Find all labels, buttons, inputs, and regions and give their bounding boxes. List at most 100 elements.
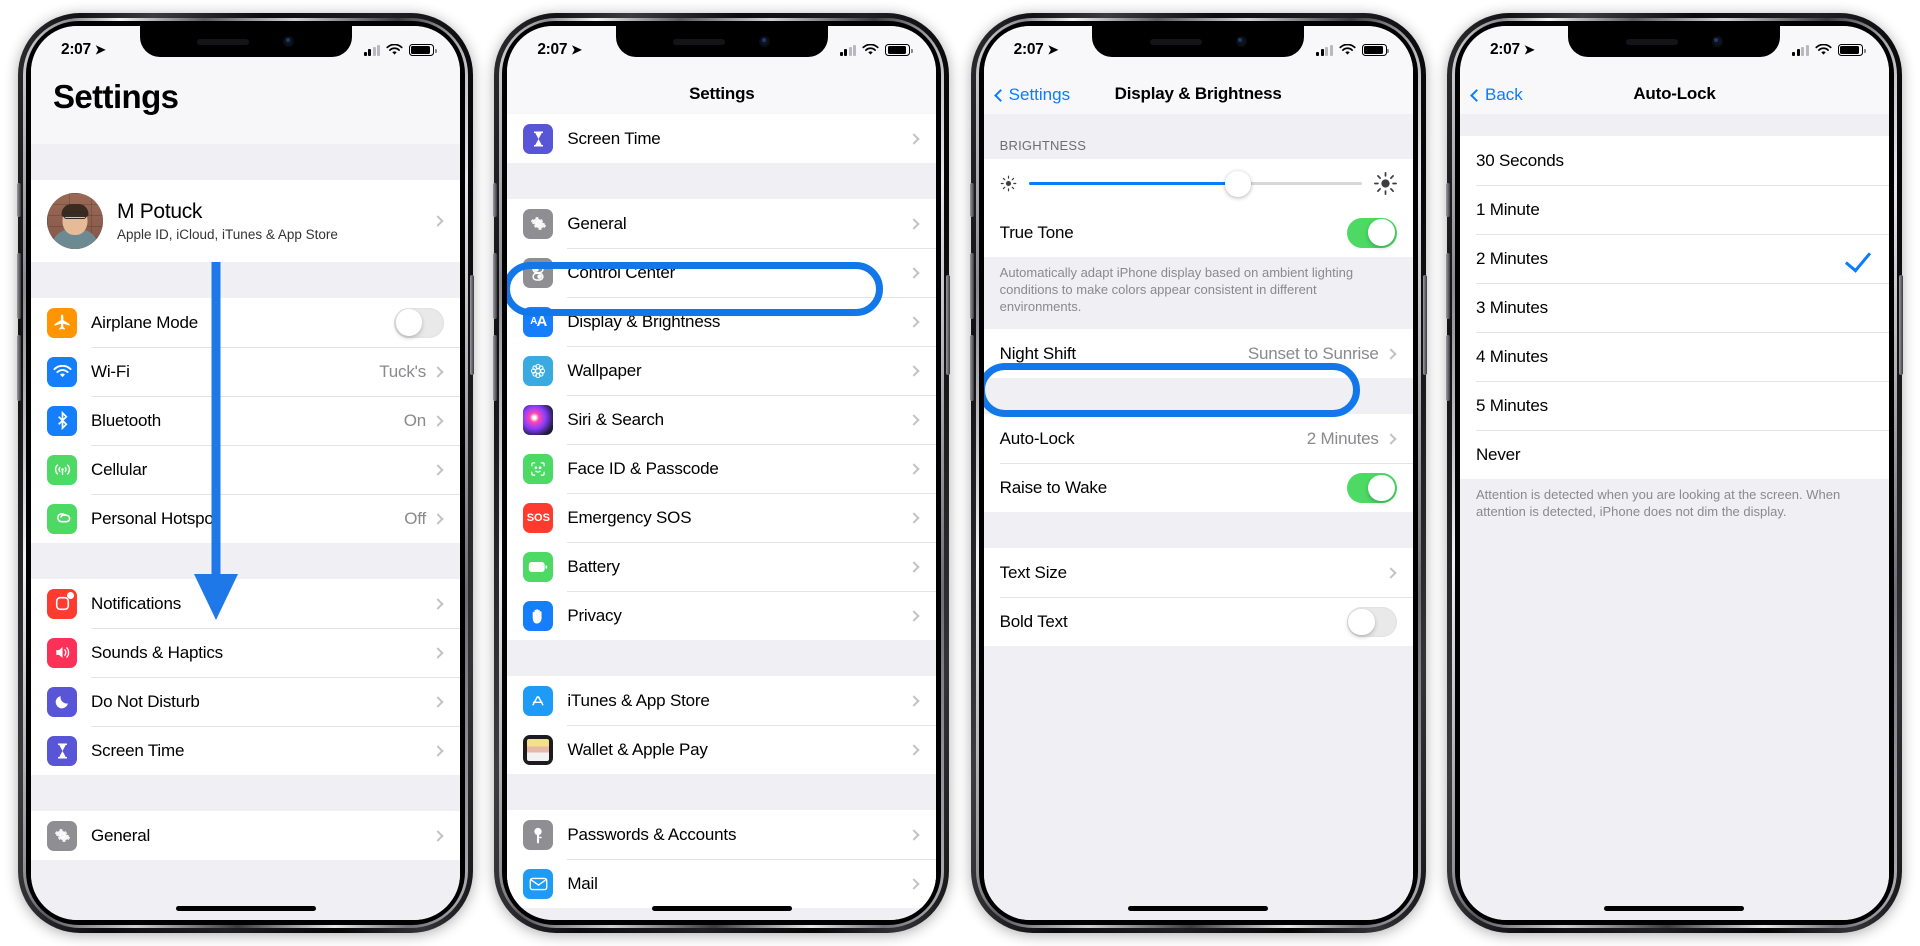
auto-lock-option-2-minutes[interactable]: 2 Minutes bbox=[1459, 234, 1889, 283]
chevron-right-icon bbox=[908, 609, 920, 622]
true-tone-row[interactable]: True Tone bbox=[983, 208, 1413, 257]
auto-lock-option-never[interactable]: Never bbox=[1459, 430, 1889, 479]
side-button[interactable] bbox=[1422, 275, 1427, 375]
section-gap bbox=[983, 512, 1413, 549]
wifi-icon bbox=[386, 44, 403, 55]
auto-lock-row[interactable]: Auto-Lock 2 Minutes bbox=[983, 414, 1413, 464]
settings-row-screen-time[interactable]: Screen Time bbox=[31, 726, 460, 775]
brightness-slider[interactable] bbox=[1028, 170, 1362, 197]
volume-down-button[interactable] bbox=[969, 335, 974, 401]
settings-row-itunes-app-store[interactable]: iTunes & App Store bbox=[507, 676, 937, 725]
page-title: Auto-Lock bbox=[1633, 84, 1716, 103]
row-label: Emergency SOS bbox=[567, 507, 692, 527]
volume-up-button[interactable] bbox=[17, 253, 21, 319]
volume-down-button[interactable] bbox=[1445, 335, 1450, 401]
battery-icon bbox=[885, 44, 913, 56]
back-to-settings-button[interactable]: Settings bbox=[993, 85, 1070, 105]
settings-row-siri-search[interactable]: Siri & Search bbox=[507, 395, 937, 444]
auto-lock-option-3-minutes[interactable]: 3 Minutes bbox=[1459, 283, 1889, 332]
mute-switch[interactable] bbox=[17, 183, 21, 217]
account-group: M Potuck Apple ID, iCloud, iTunes & App … bbox=[31, 180, 460, 262]
settings-row-general[interactable]: General bbox=[31, 811, 460, 860]
true-tone-toggle[interactable] bbox=[1346, 217, 1397, 248]
settings-row-mail[interactable]: Mail bbox=[507, 859, 937, 908]
auto-lock-group: Auto-Lock 2 Minutes Raise to Wake bbox=[983, 414, 1413, 513]
raise-to-wake-row[interactable]: Raise to Wake bbox=[983, 463, 1413, 513]
home-indicator[interactable] bbox=[1604, 906, 1745, 911]
option-label: 5 Minutes bbox=[1475, 395, 1548, 415]
notifications-icon bbox=[47, 588, 77, 619]
page-title: Settings bbox=[53, 78, 179, 115]
passwords-key-icon bbox=[523, 819, 554, 850]
settings-row-wallpaper[interactable]: Wallpaper bbox=[507, 346, 937, 395]
settings-row-battery[interactable]: Battery bbox=[507, 542, 937, 591]
brightness-group: True Tone bbox=[983, 159, 1413, 257]
apple-id-row[interactable]: M Potuck Apple ID, iCloud, iTunes & App … bbox=[31, 180, 460, 262]
home-indicator[interactable] bbox=[1128, 906, 1269, 911]
volume-up-button[interactable] bbox=[493, 253, 498, 319]
home-indicator[interactable] bbox=[175, 906, 316, 911]
location-arrow-icon: ➤ bbox=[94, 42, 106, 57]
settings-row-control-center[interactable]: Control Center bbox=[507, 248, 937, 297]
settings-row-wallet-apple-pay[interactable]: Wallet & Apple Pay bbox=[507, 725, 937, 774]
home-indicator[interactable] bbox=[651, 906, 792, 911]
settings-row-screen-time[interactable]: Screen Time bbox=[507, 114, 937, 163]
auto-lock-option-4-minutes[interactable]: 4 Minutes bbox=[1459, 332, 1889, 381]
night-shift-group: Night Shift Sunset to Sunrise bbox=[983, 329, 1413, 379]
volume-down-button[interactable] bbox=[493, 335, 498, 401]
row-label: iTunes & App Store bbox=[567, 690, 710, 710]
wifi-icon bbox=[862, 44, 879, 55]
mute-switch[interactable] bbox=[969, 183, 974, 217]
chevron-right-icon bbox=[908, 266, 920, 279]
settings-row-general[interactable]: General bbox=[507, 199, 937, 248]
settings-list-scrolled[interactable]: Screen Time General Control Center A A D… bbox=[507, 114, 937, 920]
mute-switch[interactable] bbox=[493, 183, 498, 217]
app-store-icon bbox=[523, 685, 554, 716]
earpiece-speaker bbox=[1625, 38, 1678, 45]
auto-lock-options-list[interactable]: 30 Seconds 1 Minute 2 Minutes 3 Minutes … bbox=[1459, 114, 1889, 920]
auto-lock-option-1-minute[interactable]: 1 Minute bbox=[1459, 185, 1889, 234]
volume-down-button[interactable] bbox=[17, 335, 21, 401]
row-value: On bbox=[403, 410, 426, 430]
face-id-icon bbox=[523, 453, 554, 484]
airplane-mode-toggle[interactable] bbox=[394, 307, 444, 338]
chevron-right-icon bbox=[432, 512, 444, 525]
bold-text-toggle[interactable] bbox=[1346, 606, 1397, 637]
four-iphone-screenshot-sequence: 2:07 ➤ Settings M Potuck Apple ID, iClou… bbox=[0, 0, 1920, 946]
night-shift-row[interactable]: Night Shift Sunset to Sunrise bbox=[983, 329, 1413, 379]
settings-row-privacy[interactable]: Privacy bbox=[507, 591, 937, 640]
row-label: Text Size bbox=[999, 562, 1067, 582]
front-camera bbox=[759, 36, 771, 47]
settings-row-face-id-passcode[interactable]: Face ID & Passcode bbox=[507, 444, 937, 493]
auto-lock-option-5-minutes[interactable]: 5 Minutes bbox=[1459, 381, 1889, 430]
row-label: Notifications bbox=[91, 593, 181, 613]
brightness-slider-knob[interactable] bbox=[1225, 170, 1252, 197]
side-button[interactable] bbox=[946, 275, 951, 375]
settings-row-passwords-accounts[interactable]: Passwords & Accounts bbox=[507, 810, 937, 859]
row-label: Bold Text bbox=[999, 611, 1068, 631]
brightness-slider-row[interactable] bbox=[983, 159, 1413, 208]
notch bbox=[1092, 26, 1305, 57]
back-button[interactable]: Back bbox=[1470, 85, 1523, 105]
chevron-right-icon bbox=[908, 364, 920, 377]
bold-text-row[interactable]: Bold Text bbox=[983, 597, 1413, 647]
side-button[interactable] bbox=[470, 275, 474, 375]
side-button[interactable] bbox=[1898, 275, 1903, 375]
raise-to-wake-toggle[interactable] bbox=[1346, 472, 1397, 503]
display-brightness-list[interactable]: BRIGHTNESS True Tone Automatically adapt… bbox=[983, 114, 1413, 920]
row-label: General bbox=[91, 825, 151, 845]
text-group: Text Size Bold Text bbox=[983, 548, 1413, 647]
settings-row-do-not-disturb[interactable]: Do Not Disturb bbox=[31, 677, 460, 726]
mute-switch[interactable] bbox=[1445, 183, 1450, 217]
chevron-right-icon bbox=[908, 560, 920, 573]
volume-up-button[interactable] bbox=[969, 253, 974, 319]
row-label: Bluetooth bbox=[91, 410, 162, 430]
battery-icon bbox=[523, 551, 554, 582]
gear-icon bbox=[47, 820, 77, 851]
volume-up-button[interactable] bbox=[1445, 253, 1450, 319]
settings-row-emergency-sos[interactable]: SOS Emergency SOS bbox=[507, 493, 937, 542]
auto-lock-footer: Attention is detected when you are looki… bbox=[1459, 479, 1889, 535]
auto-lock-option-30-seconds[interactable]: 30 Seconds bbox=[1459, 136, 1889, 185]
text-size-row[interactable]: Text Size bbox=[983, 548, 1413, 598]
settings-row-display-brightness[interactable]: AA Display & Brightness bbox=[507, 297, 937, 346]
